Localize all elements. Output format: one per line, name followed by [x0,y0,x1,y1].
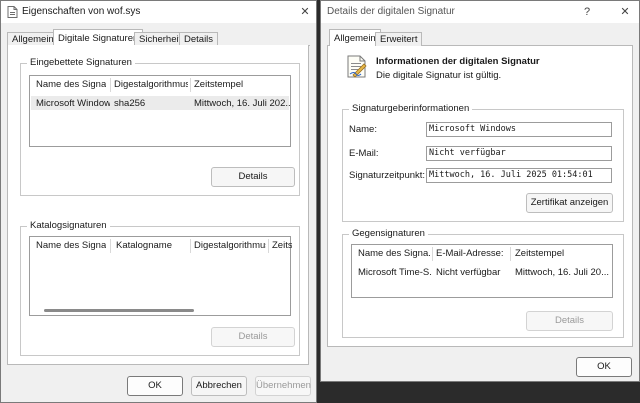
row-timestamp: Mittwoch, 16. Juli 202... [194,98,290,109]
column-signer-name[interactable]: Name des Signa... [36,240,106,251]
catalog-signatures-label: Katalogsignaturen [27,220,110,231]
apply-button[interactable]: Übernehmen [255,376,311,396]
tab-general[interactable]: Allgemein [7,32,59,46]
row-digest: sha256 [114,98,146,109]
countersign-details-button[interactable]: Details [526,311,613,331]
column-timestamp[interactable]: Zeitstempel [515,248,605,259]
ok-button[interactable]: OK [127,376,183,396]
tab-advanced[interactable]: Erweitert [375,32,423,46]
column-timestamp[interactable]: Zeitstempel [194,79,284,90]
name-field[interactable]: Microsoft Windows [426,122,612,137]
email-field[interactable]: Nicht verfügbar [426,146,612,161]
tab-general[interactable]: Allgemein [329,29,381,47]
help-icon[interactable]: ? [579,4,595,20]
column-timestamp[interactable]: Zeits [272,240,292,251]
view-certificate-button[interactable]: Zertifikat anzeigen [526,193,613,213]
close-icon[interactable]: ✕ [617,4,633,20]
embedded-signatures-group: Eingebettete Signaturen Name des Signa..… [20,57,300,196]
signature-details-panel: Informationen der digitalen Signatur Die… [327,46,633,347]
row-signer-name[interactable]: Microsoft Time-S... [358,267,432,278]
window-title: Eigenschaften von wof.sys [22,6,141,17]
catalog-signatures-list[interactable]: Name des Signa... Katalogname Digestalgo… [29,236,292,316]
column-email[interactable]: E-Mail-Adresse: [436,248,508,259]
name-label: Name: [349,124,377,135]
countersignatures-group: Gegensignaturen Name des Signa... E-Mail… [342,228,624,338]
signature-details-window: Details der digitalen Signatur ? ✕ Allge… [320,0,640,382]
list-header: Name des Signa... E-Mail-Adresse: Zeitst… [352,245,612,263]
horizontal-scrollbar[interactable] [44,309,194,312]
window-title: Details der digitalen Signatur [327,6,455,17]
signature-valid-text: Die digitale Signatur ist gültig. [376,70,502,81]
signature-details-titlebar[interactable]: Details der digitalen Signatur ? ✕ [321,1,639,23]
column-digest-algorithm[interactable]: Digestalgorithmus [114,79,188,90]
signer-info-group: Signaturgeberinformationen Name: Microso… [342,103,624,222]
close-icon[interactable]: ✕ [297,4,313,20]
embedded-details-button[interactable]: Details [211,167,295,187]
signer-info-label: Signaturgeberinformationen [349,103,473,114]
list-header: Name des Signa... Digestalgorithmus Zeit… [30,76,290,94]
column-digest-algorithm[interactable]: Digestalgorithmus [194,240,266,251]
tab-strip: Allgemein Digitale Signaturen Sicherheit… [7,29,310,47]
catalog-signatures-group: Katalogsignaturen Name des Signa... Kata… [20,220,300,356]
column-signer-name[interactable]: Name des Signa... [36,79,106,90]
row-timestamp[interactable]: Mittwoch, 16. Juli 20... [515,267,611,278]
email-label: E-Mail: [349,148,379,159]
tab-strip: Allgemein Erweitert [327,29,633,47]
ok-button[interactable]: OK [576,357,632,377]
catalog-details-button[interactable]: Details [211,327,295,347]
row-signer-name: Microsoft Windows [36,98,110,109]
signing-time-label: Signaturzeitpunkt: [349,170,426,181]
signatures-panel: Eingebettete Signaturen Name des Signa..… [7,45,309,365]
properties-titlebar[interactable]: Eigenschaften von wof.sys ✕ [1,1,316,23]
column-signer-name[interactable]: Name des Signa... [358,248,430,259]
column-catalog-name[interactable]: Katalogname [116,240,188,251]
tab-details[interactable]: Details [179,32,219,46]
countersignatures-label: Gegensignaturen [349,228,428,239]
countersignatures-list[interactable]: Name des Signa... E-Mail-Adresse: Zeitst… [351,244,613,298]
signing-time-field[interactable]: Mittwoch, 16. Juli 2025 01:54:01 [426,168,612,183]
signed-document-icon [347,55,367,78]
embedded-signatures-label: Eingebettete Signaturen [27,57,135,68]
list-header: Name des Signa... Katalogname Digestalgo… [30,237,292,255]
row-email[interactable]: Nicht verfügbar [436,267,510,278]
cancel-button[interactable]: Abbrechen [191,376,247,396]
signature-info-title: Informationen der digitalen Signatur [376,56,540,67]
embedded-signatures-list[interactable]: Name des Signa... Digestalgorithmus Zeit… [29,75,291,147]
file-icon [7,6,18,18]
